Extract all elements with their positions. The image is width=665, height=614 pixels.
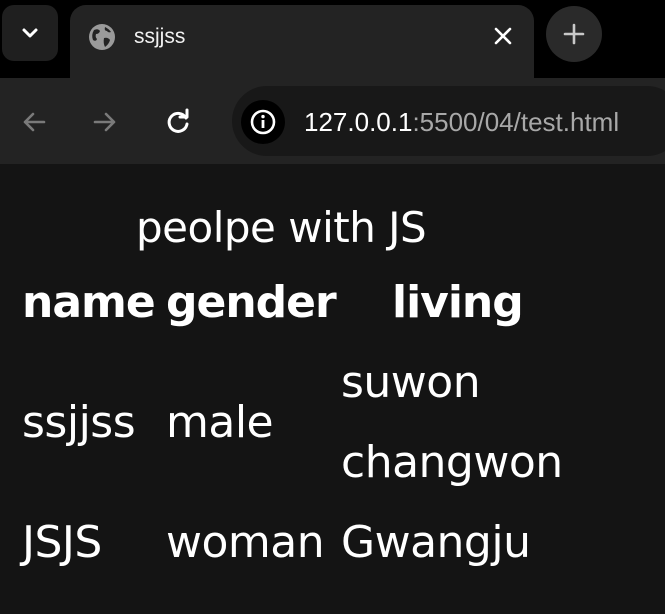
close-icon — [494, 27, 512, 45]
table-cell-name: ssjjss — [22, 397, 136, 448]
table-cell-gender: woman — [166, 517, 325, 568]
url-path: :5500/04/test.html — [412, 107, 620, 137]
table-caption: peolpe with JS — [136, 203, 427, 252]
tab-search-button[interactable] — [2, 5, 58, 61]
forward-button[interactable] — [85, 102, 125, 142]
site-info-button[interactable] — [241, 100, 285, 144]
table-cell-living: Gwangju — [341, 517, 531, 568]
tab-close-button[interactable] — [486, 19, 520, 53]
chevron-down-icon — [22, 28, 38, 38]
page-content: peolpe with JS name gender living ssjjss… — [0, 164, 665, 614]
browser-tab[interactable]: ssjjss — [70, 5, 534, 78]
globe-icon — [89, 24, 115, 50]
url-host: 127.0.0.1 — [304, 107, 413, 137]
arrow-right-icon — [93, 112, 116, 132]
reload-button[interactable] — [158, 102, 198, 142]
reload-icon — [167, 108, 189, 133]
column-header-gender: gender — [166, 277, 337, 328]
arrow-left-icon — [23, 112, 46, 132]
column-header-name: name — [22, 277, 156, 328]
tab-strip: ssjjss — [0, 0, 665, 78]
table-cell-gender: male — [166, 397, 274, 448]
info-icon — [250, 109, 276, 135]
back-button[interactable] — [14, 102, 54, 142]
plus-icon — [563, 23, 585, 45]
table-cell-living: changwon — [341, 437, 563, 488]
tab-title: ssjjss — [134, 25, 186, 48]
address-bar[interactable]: 127.0.0.1:5500/04/test.html — [232, 86, 665, 156]
table-cell-name: JSJS — [22, 517, 102, 568]
url-text[interactable]: 127.0.0.1:5500/04/test.html — [304, 105, 619, 139]
new-tab-button[interactable] — [546, 6, 602, 62]
table-cell-living: suwon — [341, 357, 481, 408]
browser-toolbar: 127.0.0.1:5500/04/test.html — [0, 78, 665, 164]
column-header-living: living — [392, 277, 524, 328]
